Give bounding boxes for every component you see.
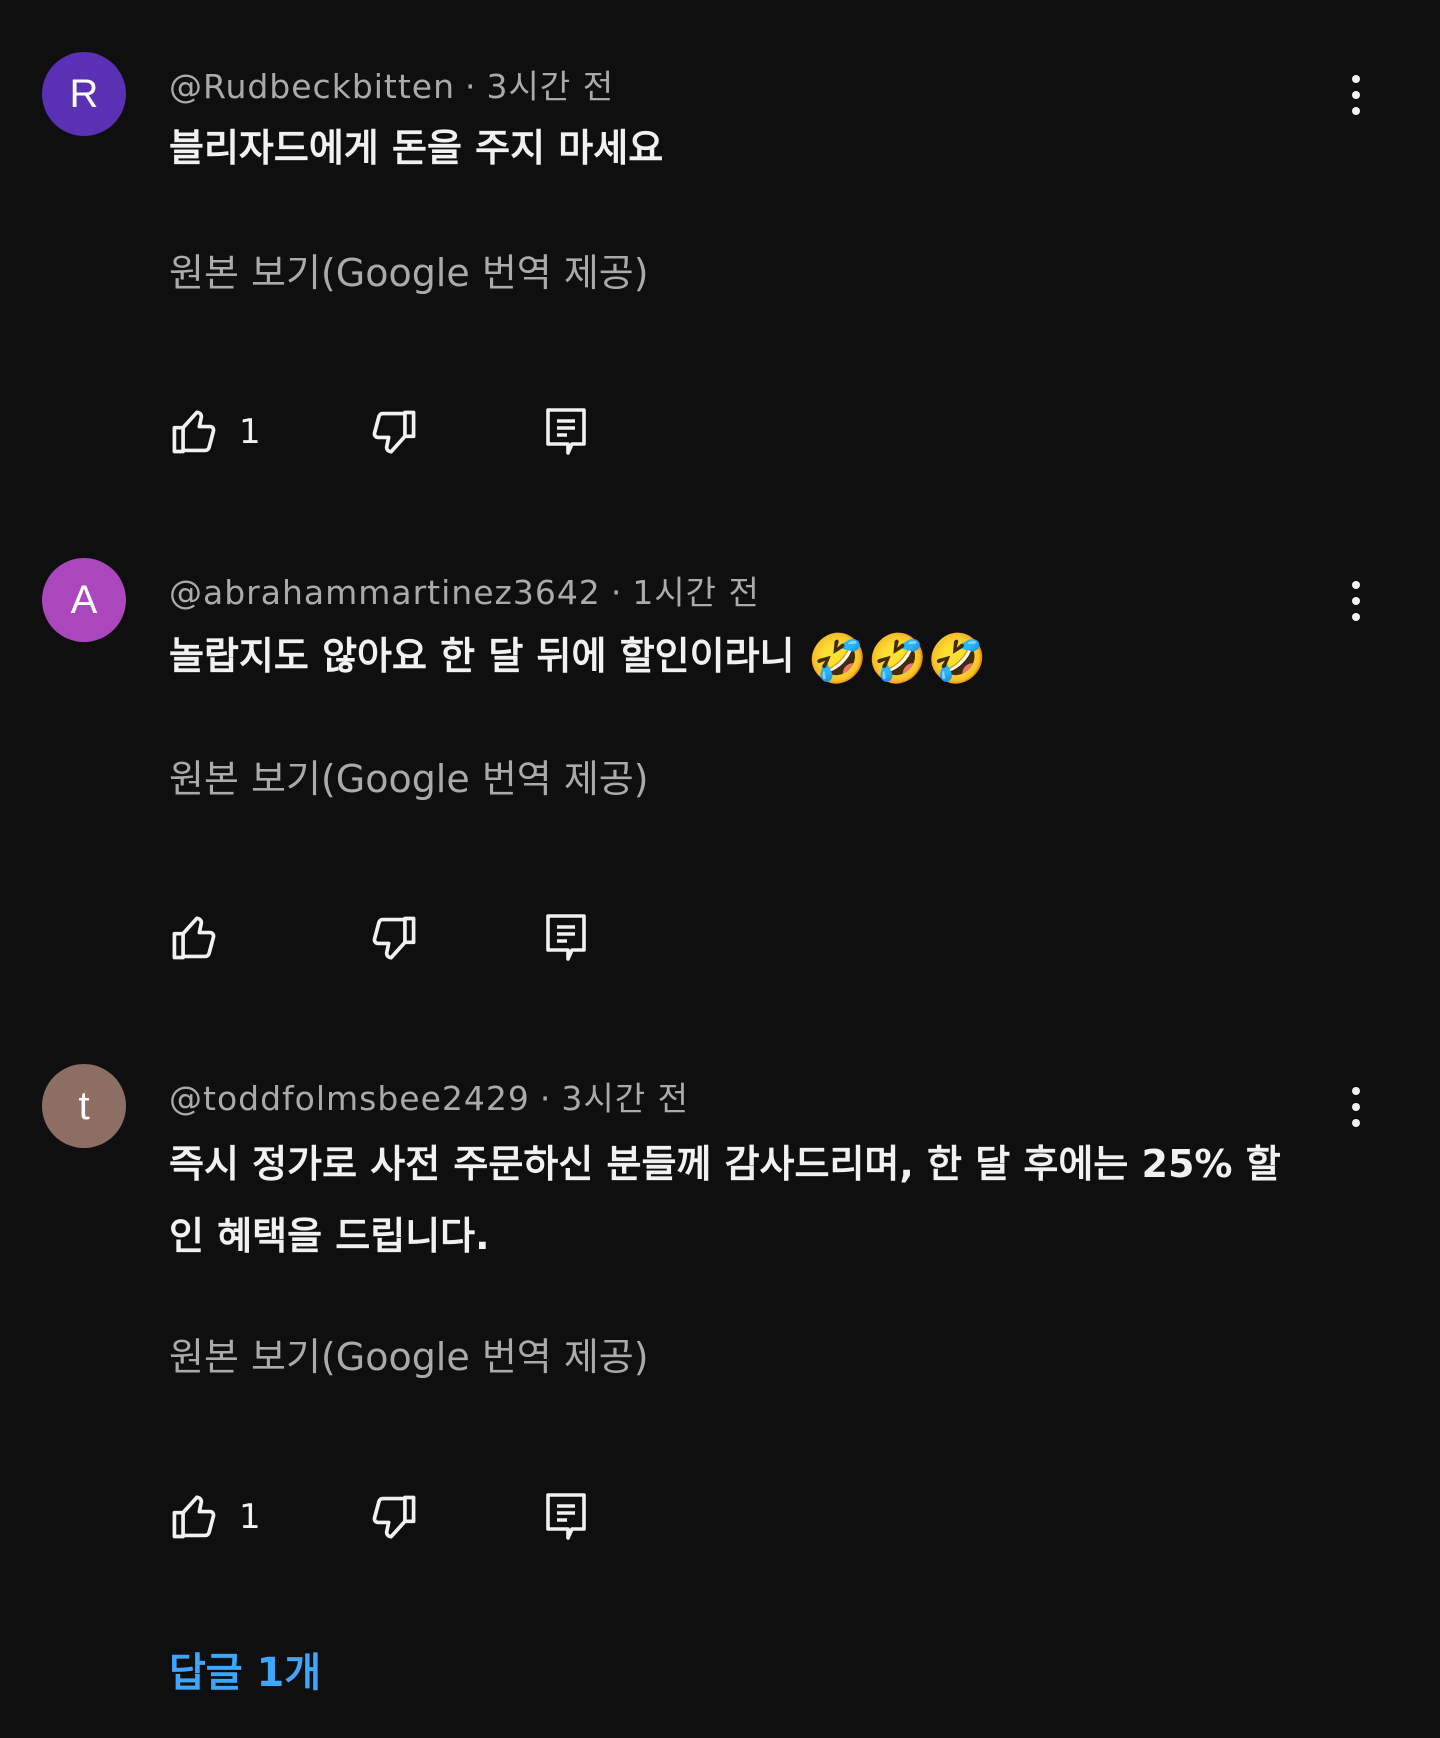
more-vert-icon-dot <box>1352 613 1360 621</box>
dislike-button[interactable] <box>367 402 419 462</box>
comment-meta: @Rudbeckbitten · 3시간 전 <box>169 60 614 108</box>
comment-more-button[interactable] <box>1336 1077 1376 1137</box>
meta-separator: · <box>610 573 623 612</box>
more-vert-icon-dot <box>1352 107 1360 115</box>
avatar[interactable]: t <box>42 1064 126 1148</box>
thumbs-down-icon <box>372 1495 416 1539</box>
more-vert-icon <box>1352 1087 1360 1095</box>
meta-separator: · <box>539 1079 552 1118</box>
comment-text: 즉시 정가로 사전 주문하신 분들께 감사드리며, 한 달 후에는 25% 할인… <box>169 1128 1289 1272</box>
reply-button[interactable] <box>542 908 590 968</box>
like-button[interactable]: 1 <box>169 402 261 462</box>
avatar-letter: t <box>78 1083 90 1128</box>
avatar[interactable]: A <box>42 558 126 642</box>
like-button[interactable] <box>169 908 239 968</box>
comment-more-button[interactable] <box>1336 571 1376 631</box>
thumbs-up-icon <box>172 916 216 960</box>
comment-more-button[interactable] <box>1336 65 1376 125</box>
comment-text-content: 놀랍지도 않아요 한 달 뒤에 할인이라니 <box>169 634 795 678</box>
comment-time[interactable]: 3시간 전 <box>487 67 615 106</box>
comment-text: 놀랍지도 않아요 한 달 뒤에 할인이라니 🤣🤣🤣 <box>169 620 1319 692</box>
comment-meta: @abrahammartinez3642 · 1시간 전 <box>169 566 760 614</box>
see-original-link[interactable]: 원본 보기(Google 번역 제공) <box>169 748 649 803</box>
reply-comment-icon <box>546 408 586 455</box>
reply-button[interactable] <box>542 402 590 462</box>
dislike-button[interactable] <box>367 1487 419 1547</box>
avatar-letter: R <box>69 71 99 116</box>
avatar-letter: A <box>70 577 98 622</box>
comment-author-handle[interactable]: @abrahammartinez3642 <box>169 573 601 612</box>
comment-text-content: 즉시 정가로 사전 주문하신 분들께 감사드리며, 한 달 후에는 25% 할인… <box>169 1142 1281 1258</box>
comment-time[interactable]: 1시간 전 <box>632 573 760 612</box>
like-count: 1 <box>239 412 261 452</box>
more-vert-icon-dot <box>1352 91 1360 99</box>
like-button[interactable]: 1 <box>169 1487 261 1547</box>
thumbs-down-icon <box>372 916 416 960</box>
comment-author-handle[interactable]: @Rudbeckbitten <box>169 67 455 106</box>
thumbs-down-icon <box>372 410 416 454</box>
comment-text: 블리자드에게 돈을 주지 마세요 <box>169 112 1319 184</box>
more-vert-icon-dot <box>1352 597 1360 605</box>
reply-comment-icon <box>546 914 586 961</box>
like-count: 1 <box>239 1497 261 1537</box>
see-original-link[interactable]: 원본 보기(Google 번역 제공) <box>169 1326 649 1381</box>
more-vert-icon <box>1352 75 1360 83</box>
comment-author-handle[interactable]: @toddfolmsbee2429 <box>169 1079 530 1118</box>
comment-time[interactable]: 3시간 전 <box>561 1079 689 1118</box>
see-original-link[interactable]: 원본 보기(Google 번역 제공) <box>169 242 649 297</box>
meta-separator: · <box>465 67 477 106</box>
dislike-button[interactable] <box>367 908 419 968</box>
comment-text-content: 블리자드에게 돈을 주지 마세요 <box>169 126 664 170</box>
comment-meta: @toddfolmsbee2429 · 3시간 전 <box>169 1072 689 1120</box>
emoji-rofl: 🤣🤣🤣 <box>807 631 988 687</box>
avatar[interactable]: R <box>42 52 126 136</box>
reply-comment-icon <box>546 1493 586 1540</box>
more-vert-icon <box>1352 581 1360 589</box>
thumbs-up-icon <box>172 1495 216 1539</box>
more-vert-icon-dot <box>1352 1119 1360 1127</box>
reply-button[interactable] <box>542 1487 590 1547</box>
more-vert-icon-dot <box>1352 1103 1360 1111</box>
thumbs-up-icon <box>172 410 216 454</box>
view-replies-button[interactable]: 답글 1개 <box>169 1640 321 1698</box>
